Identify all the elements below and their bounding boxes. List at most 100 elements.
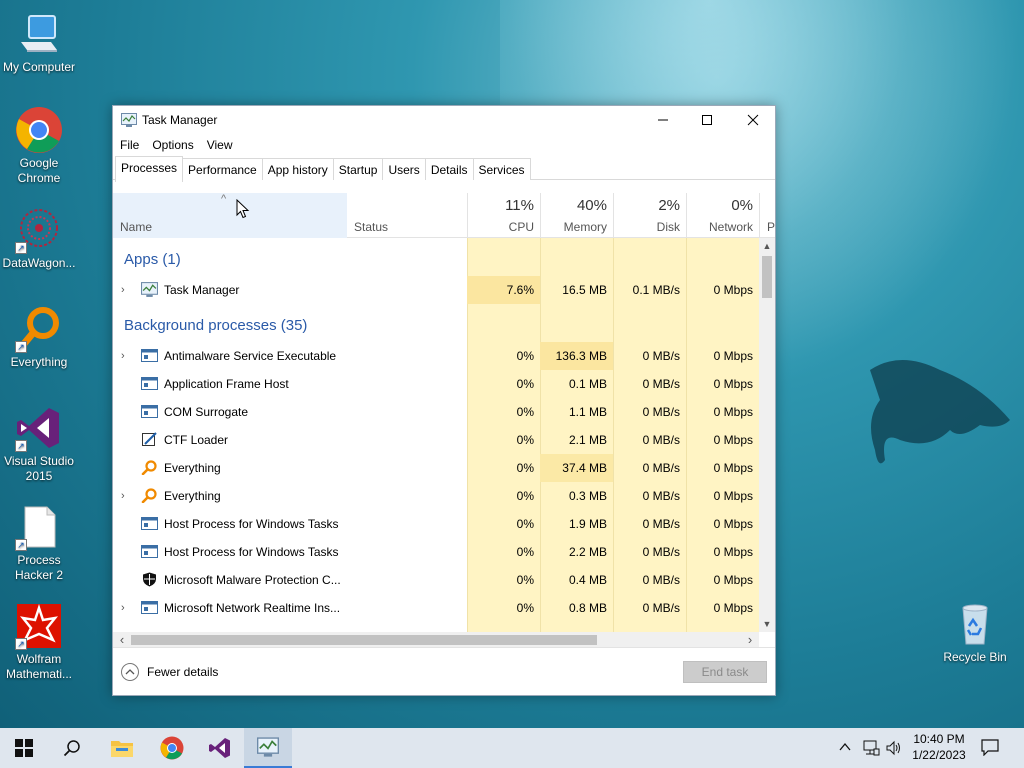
desktop-icon-my-computer[interactable]: My Computer xyxy=(0,10,78,75)
taskbar-task-manager[interactable] xyxy=(244,728,292,768)
cpu-value: 0% xyxy=(516,349,534,363)
scroll-down-arrow-icon[interactable]: ▼ xyxy=(759,616,775,632)
table-row[interactable]: Microsoft Malware Protection C... 0% 0.4… xyxy=(113,566,759,594)
tab-performance[interactable]: Performance xyxy=(182,158,263,180)
column-header-name[interactable]: ^ Name xyxy=(113,193,347,238)
table-row[interactable]: › Task Manager 7.6% 16.5 MB 0.1 MB/s 0 M… xyxy=(113,276,759,304)
expand-chevron-icon[interactable]: › xyxy=(121,482,125,510)
network-value: 0 Mbps xyxy=(713,601,753,615)
search-button[interactable] xyxy=(48,728,96,768)
table-row[interactable]: CTF Loader 0% 2.1 MB 0 MB/s 0 Mbps xyxy=(113,426,759,454)
disk-value: 0.1 MB/s xyxy=(632,283,680,297)
cpu-value: 7.6% xyxy=(467,276,540,304)
expand-chevron-icon[interactable]: › xyxy=(121,276,125,304)
service-window-icon xyxy=(141,600,158,615)
menu-view[interactable]: View xyxy=(207,138,233,152)
memory-value: 0.1 MB xyxy=(568,377,607,391)
table-row[interactable]: › Everything 0% 0.3 MB 0 MB/s 0 Mbps xyxy=(113,482,759,510)
desktop-icon-wolfram-mathematica[interactable]: ↗ Wolfram Mathemati... xyxy=(0,602,78,682)
expand-chevron-icon[interactable]: › xyxy=(121,342,125,370)
horizontal-scroll-thumb[interactable] xyxy=(131,635,597,645)
vertical-scroll-thumb[interactable] xyxy=(762,256,772,298)
column-header-cpu[interactable]: 11% CPU xyxy=(467,193,540,238)
table-row[interactable]: Host Process for Windows Tasks 0% 1.9 MB… xyxy=(113,510,759,538)
desktop-icon-recycle-bin[interactable]: Recycle Bin xyxy=(936,600,1014,665)
horizontal-scrollbar[interactable]: ‹ › xyxy=(113,632,759,648)
network-label: Network xyxy=(708,220,753,234)
tab-services[interactable]: Services xyxy=(472,158,531,180)
scroll-right-arrow-icon[interactable]: › xyxy=(743,632,757,648)
show-hidden-icons-button[interactable] xyxy=(838,740,854,756)
cpu-value: 0% xyxy=(516,545,534,559)
network-tray-button[interactable] xyxy=(862,740,880,756)
column-header-memory[interactable]: 40% Memory xyxy=(540,193,613,238)
volume-tray-button[interactable] xyxy=(886,740,904,756)
minimize-button[interactable] xyxy=(640,106,686,134)
tab-strip: Processes Performance App history Startu… xyxy=(113,156,775,182)
desktop-icon-label: DataWagon... xyxy=(2,256,76,270)
table-row[interactable]: Everything 0% 37.4 MB 0 MB/s 0 Mbps xyxy=(113,454,759,482)
tab-startup[interactable]: Startup xyxy=(332,158,384,180)
disk-value: 0 MB/s xyxy=(642,349,680,363)
fewer-details-button[interactable]: Fewer details xyxy=(120,662,218,682)
tab-app-history[interactable]: App history xyxy=(261,158,334,180)
network-value: 0 Mbps xyxy=(713,489,753,503)
tab-processes[interactable]: Processes xyxy=(115,156,184,182)
end-task-button[interactable]: End task xyxy=(683,661,767,683)
desktop-icon-google-chrome[interactable]: Google Chrome xyxy=(0,106,78,186)
title-bar[interactable]: Task Manager xyxy=(113,106,775,134)
chevron-up-circle-icon xyxy=(121,663,139,681)
group-header-apps: Apps (1) xyxy=(113,246,759,274)
shield-icon xyxy=(141,572,158,587)
cpu-label: CPU xyxy=(508,220,534,234)
network-ethernet-icon xyxy=(863,740,880,756)
desktop-icon-datawagon[interactable]: ↗ DataWagon... xyxy=(0,206,78,271)
table-row[interactable]: Host Process for Windows Tasks 0% 2.2 MB… xyxy=(113,538,759,566)
taskbar-file-explorer[interactable] xyxy=(98,728,146,768)
expand-chevron-icon[interactable]: › xyxy=(121,594,125,622)
memory-value: 1.9 MB xyxy=(568,517,607,531)
desktop-icon-visual-studio[interactable]: ↗ Visual Studio 2015 xyxy=(0,404,78,484)
column-header-status[interactable]: Status xyxy=(347,193,467,238)
network-value: 0 Mbps xyxy=(713,349,753,363)
scroll-up-arrow-icon[interactable]: ▲ xyxy=(759,238,775,254)
cpu-value: 0% xyxy=(516,433,534,447)
everything-magnifier-icon xyxy=(141,460,158,476)
window-title: Task Manager xyxy=(142,113,218,127)
table-row[interactable]: Application Frame Host 0% 0.1 MB 0 MB/s … xyxy=(113,370,759,398)
table-row[interactable]: › Microsoft Network Realtime Ins... 0% 0… xyxy=(113,594,759,622)
tab-users[interactable]: Users xyxy=(382,158,426,180)
close-button[interactable] xyxy=(730,106,776,134)
scroll-left-arrow-icon[interactable]: ‹ xyxy=(115,632,129,648)
desktop-icon-process-hacker[interactable]: ↗ Process Hacker 2 xyxy=(0,503,78,583)
desktop-icon-everything[interactable]: ↗ Everything xyxy=(0,305,78,370)
service-window-icon xyxy=(141,544,158,559)
maximize-button[interactable] xyxy=(684,106,730,134)
menu-options[interactable]: Options xyxy=(152,138,193,152)
action-center-button[interactable] xyxy=(980,738,1002,758)
clock[interactable]: 10:40 PM 1/22/2023 xyxy=(908,731,970,763)
table-row[interactable]: COM Surrogate 0% 1.1 MB 0 MB/s 0 Mbps xyxy=(113,398,759,426)
sort-ascending-icon: ^ xyxy=(221,193,227,205)
column-header-network[interactable]: 0% Network xyxy=(686,193,759,238)
shortcut-arrow-icon: ↗ xyxy=(15,440,27,452)
end-task-label: End task xyxy=(701,665,749,679)
task-manager-icon xyxy=(257,737,279,757)
disk-value: 0 MB/s xyxy=(642,489,680,503)
column-header-power[interactable]: P xyxy=(759,193,775,238)
vertical-scrollbar[interactable]: ▲ ▼ xyxy=(759,238,775,632)
memory-value: 37.4 MB xyxy=(540,454,613,482)
start-button[interactable] xyxy=(0,728,48,768)
disk-value: 0 MB/s xyxy=(642,545,680,559)
group-header-background: Background processes (35) xyxy=(113,312,759,340)
taskbar-chrome[interactable] xyxy=(148,728,196,768)
group-title: Background processes (35) xyxy=(124,317,308,334)
column-header-disk[interactable]: 2% Disk xyxy=(613,193,686,238)
tab-details[interactable]: Details xyxy=(424,158,474,180)
task-manager-icon xyxy=(121,113,137,130)
task-manager-window: Task Manager File Options View Processes… xyxy=(112,105,776,696)
menu-file[interactable]: File xyxy=(120,138,139,152)
taskbar-visual-studio[interactable] xyxy=(196,728,244,768)
table-row[interactable]: › Antimalware Service Executable 0% 136.… xyxy=(113,342,759,370)
process-name: Antimalware Service Executable xyxy=(164,349,337,363)
